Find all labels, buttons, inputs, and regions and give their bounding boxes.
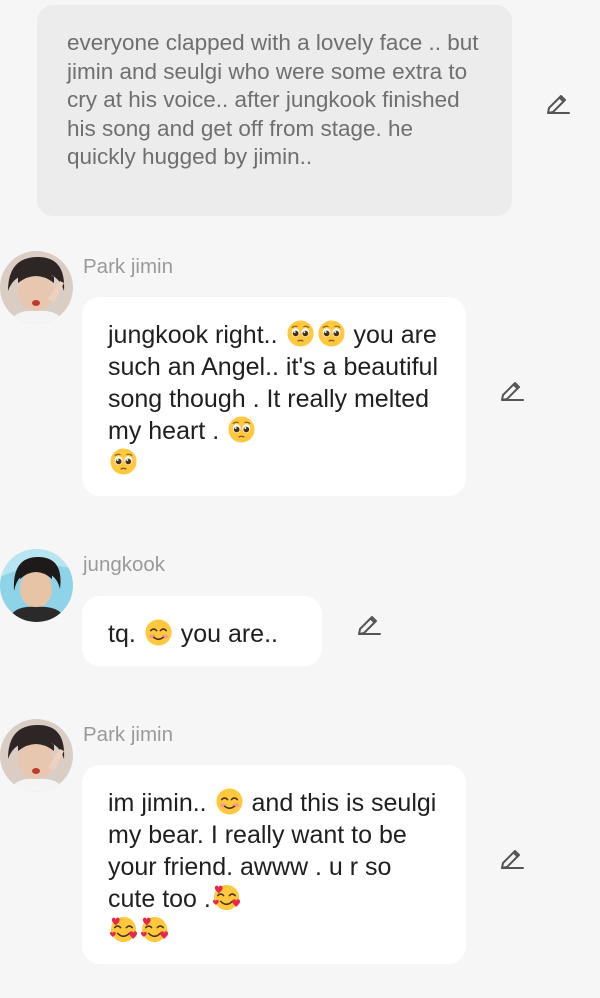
message-bubble: tq. you are.. [82,596,322,666]
edit-icon[interactable] [499,376,525,402]
avatar[interactable] [0,719,73,792]
smiling-face-emoji [144,618,173,647]
message-bubble: im jimin.. and this is seulgi my bear. I… [82,765,466,964]
smiling-face-with-hearts-emoji [212,883,241,912]
sender-name: Park jimin [83,723,173,746]
smiling-face-with-hearts-emoji [109,915,138,944]
message-text: im jimin.. [108,789,214,817]
edit-icon[interactable] [356,610,382,636]
message-text: you are.. [173,620,278,648]
pleading-face-emoji [227,415,256,444]
pleading-face-emoji [286,319,315,348]
message-text: jungkook right.. [108,321,285,349]
message-text: tq. [108,620,143,648]
sender-name: jungkook [83,553,166,576]
smiling-face-emoji [215,787,244,816]
smiling-face-with-hearts-emoji [140,915,169,944]
avatar[interactable] [0,251,73,324]
message-bubble: jungkook right.. you are such an Angel..… [82,297,466,496]
narration-bubble: everyone clapped with a lovely face .. b… [37,5,512,216]
edit-icon[interactable] [545,89,571,115]
narration-text: everyone clapped with a lovely face .. b… [67,30,479,169]
sender-name: Park jimin [83,255,173,278]
avatar[interactable] [0,549,73,622]
pleading-face-emoji [109,447,138,476]
pleading-face-emoji [317,319,346,348]
edit-icon[interactable] [499,844,525,870]
